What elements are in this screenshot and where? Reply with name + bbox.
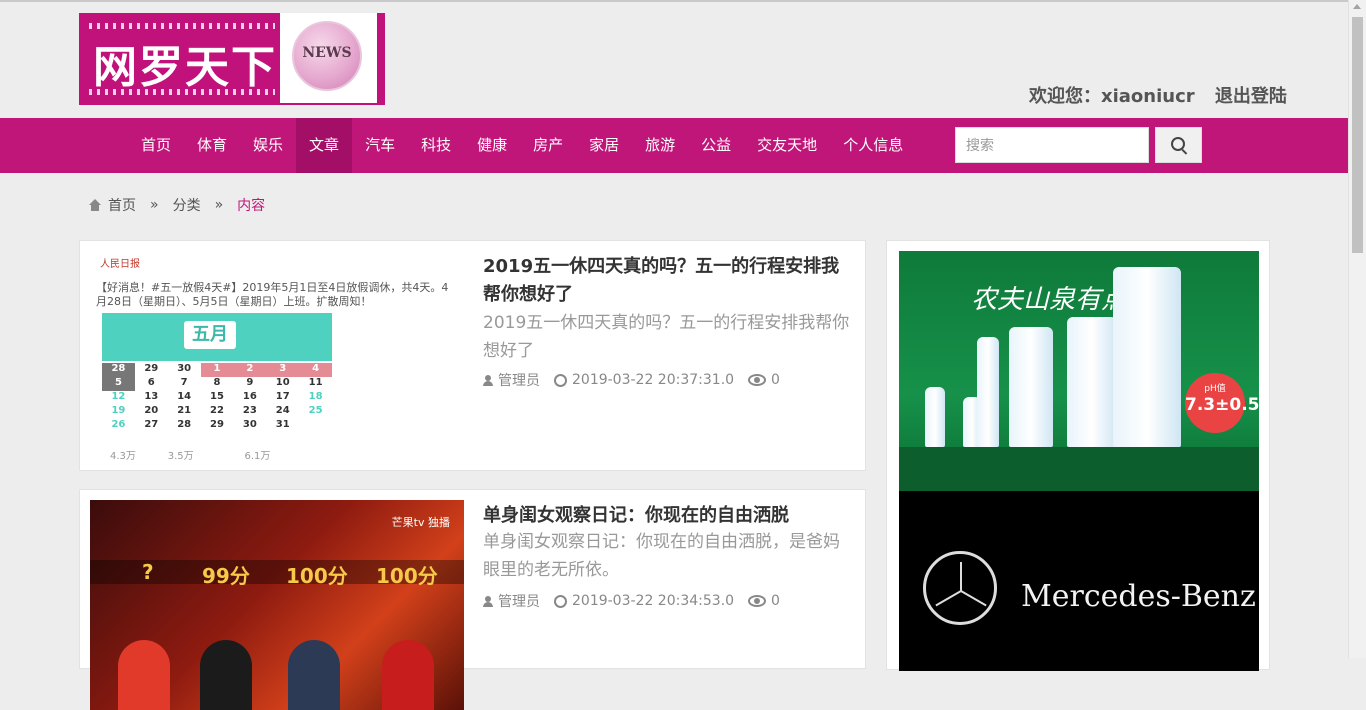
breadcrumb-separator: » bbox=[214, 197, 224, 213]
person-figure bbox=[200, 640, 252, 710]
ad-base bbox=[899, 447, 1259, 491]
article-card[interactable]: 芒果tv 独播 ? 99分 100分 100分 单身闺女观察日记：你现在的自由洒… bbox=[79, 489, 866, 710]
calendar-grid: 28 29 30 1 2 3 4 5 6 7 8 9 10 11 12 13 14 15 16 17 18 19 20… bbox=[102, 363, 333, 433]
article-views: 0 bbox=[771, 372, 780, 388]
eye-icon bbox=[748, 595, 767, 607]
nav-item-articles[interactable]: 文章 bbox=[296, 118, 353, 173]
ph-value: 7.3±0.5 bbox=[1185, 395, 1259, 415]
main-nav: 首页 体育 娱乐 文章 汽车 科技 健康 房产 家居 旅游 公益 交友天地 个人… bbox=[0, 118, 1349, 173]
logout-link[interactable]: 退出登陆 bbox=[1215, 86, 1287, 107]
eye-icon bbox=[748, 374, 767, 386]
bottle-image bbox=[1009, 327, 1053, 447]
bottle-image bbox=[977, 337, 999, 447]
thumb-source: 人民日报 bbox=[100, 259, 140, 270]
article-description: 2019五一休四天真的吗？五一的行程安排我帮你想好了 bbox=[483, 313, 850, 361]
tv-logo: 芒果tv 独播 bbox=[391, 516, 450, 529]
sidebar: 农夫山泉有点甜 pH值 7.3±0.5 Mercedes-Benz bbox=[886, 240, 1270, 671]
breadcrumb: 首页 » 分类 » 内容 bbox=[88, 195, 265, 215]
search-input[interactable]: 搜索 bbox=[955, 127, 1149, 163]
person-figure bbox=[382, 640, 434, 710]
logo-decoration bbox=[89, 89, 275, 95]
breadcrumb-current: 内容 bbox=[237, 198, 266, 214]
mercedes-star-icon bbox=[923, 551, 997, 625]
article-author: 管理员 bbox=[498, 594, 540, 610]
ad-banner-water[interactable]: 农夫山泉有点甜 pH值 7.3±0.5 bbox=[899, 251, 1259, 491]
article-description: 单身闺女观察日记：你现在的自由洒脱，是爸妈眼里的老无所依。 bbox=[483, 532, 840, 580]
breadcrumb-category[interactable]: 分类 bbox=[173, 195, 201, 215]
news-badge-icon: NEWS bbox=[292, 21, 362, 91]
scrollbar[interactable] bbox=[1348, 0, 1366, 658]
nav-item-home[interactable]: 首页 bbox=[128, 118, 184, 173]
stat-likes: 6.1万 bbox=[244, 451, 271, 461]
clock-icon bbox=[554, 594, 567, 608]
bottle-image bbox=[1113, 267, 1181, 447]
article-thumbnail[interactable]: 人民日报 【好消息！#五一放假4天#】2019年5月1日至4日放假调休，共4天。… bbox=[90, 251, 464, 461]
home-icon bbox=[88, 199, 102, 211]
scroll-up-arrow-icon[interactable] bbox=[1353, 4, 1361, 9]
site-logo[interactable]: 网罗天下 NEWS bbox=[79, 13, 385, 105]
article-meta: 管理员 2019-03-22 20:37:31.0 0 bbox=[483, 370, 794, 390]
badge-text: NEWS bbox=[302, 45, 352, 61]
clock-icon bbox=[554, 373, 567, 387]
score-label: ? bbox=[142, 560, 154, 584]
article-date: 2019-03-22 20:37:31.0 bbox=[572, 372, 735, 388]
nav-item-realestate[interactable]: 房产 bbox=[520, 118, 576, 173]
ph-badge: pH值 7.3±0.5 bbox=[1185, 373, 1259, 433]
search-button[interactable] bbox=[1155, 127, 1202, 163]
nav-item-entertainment[interactable]: 娱乐 bbox=[240, 118, 296, 173]
scroll-thumb[interactable] bbox=[1352, 17, 1363, 253]
thumb-stats: 4.3万 3.5万 6.1万 bbox=[110, 447, 270, 461]
bottle-image bbox=[925, 387, 945, 447]
calendar-month: 五月 bbox=[184, 321, 236, 349]
stat-comments: 3.5万 bbox=[167, 451, 194, 461]
article-thumbnail[interactable]: 芒果tv 独播 ? 99分 100分 100分 bbox=[90, 500, 464, 710]
nav-item-travel[interactable]: 旅游 bbox=[632, 118, 688, 173]
ph-label: pH值 bbox=[1204, 384, 1226, 394]
article-author: 管理员 bbox=[498, 373, 540, 389]
logo-badge: NEWS bbox=[280, 13, 377, 103]
nav-items: 首页 体育 娱乐 文章 汽车 科技 健康 房产 家居 旅游 公益 交友天地 个人… bbox=[128, 118, 916, 173]
nav-item-sports[interactable]: 体育 bbox=[184, 118, 240, 173]
nav-item-home-decor[interactable]: 家居 bbox=[576, 118, 632, 173]
nav-item-dating[interactable]: 交友天地 bbox=[744, 118, 830, 173]
user-icon bbox=[483, 595, 493, 607]
bottle-image bbox=[1067, 317, 1117, 447]
nav-item-profile[interactable]: 个人信息 bbox=[830, 118, 916, 173]
welcome-user: 欢迎您：xiaoniucr bbox=[1029, 86, 1195, 107]
person-figure bbox=[118, 640, 170, 710]
article-views: 0 bbox=[771, 593, 780, 609]
nav-item-cars[interactable]: 汽车 bbox=[352, 118, 408, 173]
nav-item-charity[interactable]: 公益 bbox=[688, 118, 744, 173]
breadcrumb-separator: » bbox=[150, 197, 159, 213]
logo-decoration bbox=[89, 23, 275, 29]
article-card[interactable]: 人民日报 【好消息！#五一放假4天#】2019年5月1日至4日放假调休，共4天。… bbox=[79, 240, 866, 471]
user-icon bbox=[483, 374, 493, 386]
score-label: 100分 bbox=[286, 564, 348, 588]
person-figure bbox=[288, 640, 340, 710]
top-border bbox=[0, 0, 1366, 2]
article-title[interactable]: 单身闺女观察日记：你现在的自由洒脱 bbox=[483, 502, 853, 530]
article-meta: 管理员 2019-03-22 20:34:53.0 0 bbox=[483, 591, 794, 611]
nav-item-health[interactable]: 健康 bbox=[464, 118, 520, 173]
thumb-post-text: 【好消息！#五一放假4天#】2019年5月1日至4日放假调休，共4天。4月28日… bbox=[96, 281, 449, 308]
user-welcome: 欢迎您：xiaoniucr 退出登陆 bbox=[1029, 82, 1287, 108]
ad-banner-mercedes[interactable]: Mercedes-Benz bbox=[899, 491, 1259, 671]
logo-text: 网罗天下 bbox=[93, 42, 277, 93]
breadcrumb-home[interactable]: 首页 bbox=[108, 195, 136, 215]
search-icon bbox=[1171, 137, 1185, 151]
ad-brand-text: Mercedes-Benz bbox=[1021, 579, 1256, 614]
article-date: 2019-03-22 20:34:53.0 bbox=[572, 593, 735, 609]
score-label: 99分 bbox=[202, 564, 250, 588]
stat-reposts: 4.3万 bbox=[110, 451, 136, 461]
nav-item-tech[interactable]: 科技 bbox=[408, 118, 464, 173]
article-title[interactable]: 2019五一休四天真的吗？五一的行程安排我帮你想好了 bbox=[483, 253, 853, 309]
score-label: 100分 bbox=[376, 564, 438, 588]
